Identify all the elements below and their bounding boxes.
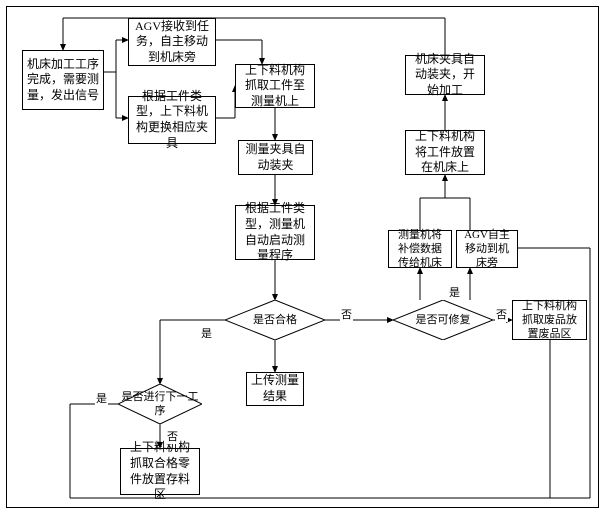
node-agv-move-2: AGV自主移动到机床旁 <box>456 230 518 268</box>
node-clamp: 测量夹具自动装夹 <box>238 140 313 175</box>
node-scrap: 上下料机构抓取废品放置废品区 <box>512 300 587 340</box>
node-compensate: 测量机将补偿数据传给机床 <box>388 230 452 268</box>
node-text: 测量机将补偿数据传给机床 <box>393 228 447 271</box>
node-text: 上传测量结果 <box>251 373 299 404</box>
node-text: 测量夹具自动装夹 <box>243 142 308 173</box>
decision-next-proc: 是否进行下一工序 <box>118 384 202 424</box>
decision-qualified: 是否合格 <box>225 300 325 340</box>
label-yes: 是 <box>448 284 461 300</box>
decision-text: 是否合格 <box>253 313 297 327</box>
label-no: 否 <box>495 306 508 322</box>
node-text: 上下料机构抓取合格零件放置存料区 <box>125 440 195 502</box>
node-change-fixture: 根据工件类型，上下料机构更换相应夹具 <box>128 96 216 144</box>
label-no: 否 <box>340 306 353 322</box>
node-text: AGV接收到任务，自主移动到机床旁 <box>133 19 211 66</box>
label-no: 否 <box>166 428 179 444</box>
label-yes: 是 <box>200 325 213 341</box>
node-measure-program: 根据工件类型，测量机自动启动测量程序 <box>235 205 315 260</box>
node-text: 根据工件类型，测量机自动启动测量程序 <box>240 201 310 263</box>
label-yes: 是 <box>95 390 108 406</box>
node-text: 上下料机构抓取废品放置废品区 <box>517 299 582 342</box>
node-store: 上下料机构抓取合格零件放置存料区 <box>120 448 200 495</box>
node-text: 上下料机构将工件放置在机床上 <box>410 129 480 176</box>
decision-repairable: 是否可修复 <box>393 300 493 340</box>
node-clamp-2: 机床夹具自动装夹，开始加工 <box>405 55 485 95</box>
node-agv-task: AGV接收到任务，自主移动到机床旁 <box>128 18 216 66</box>
decision-text: 是否进行下一工序 <box>118 390 202 419</box>
node-upload: 上传测量结果 <box>246 372 304 406</box>
node-text: 机床夹具自动装夹，开始加工 <box>410 52 480 99</box>
node-start: 机床加工工序完成，需要测量，发出信号 <box>22 50 104 110</box>
node-text: 根据工件类型，上下料机构更换相应夹具 <box>133 89 211 151</box>
decision-text: 是否可修复 <box>416 313 471 327</box>
node-pick-to-measure: 上下料机构抓取工件至测量机上 <box>235 64 315 108</box>
node-place-machine: 上下料机构将工件放置在机床上 <box>405 130 485 175</box>
node-text: 机床加工工序完成，需要测量，发出信号 <box>27 57 99 104</box>
node-text: AGV自主移动到机床旁 <box>461 228 513 271</box>
node-text: 上下料机构抓取工件至测量机上 <box>240 63 310 110</box>
